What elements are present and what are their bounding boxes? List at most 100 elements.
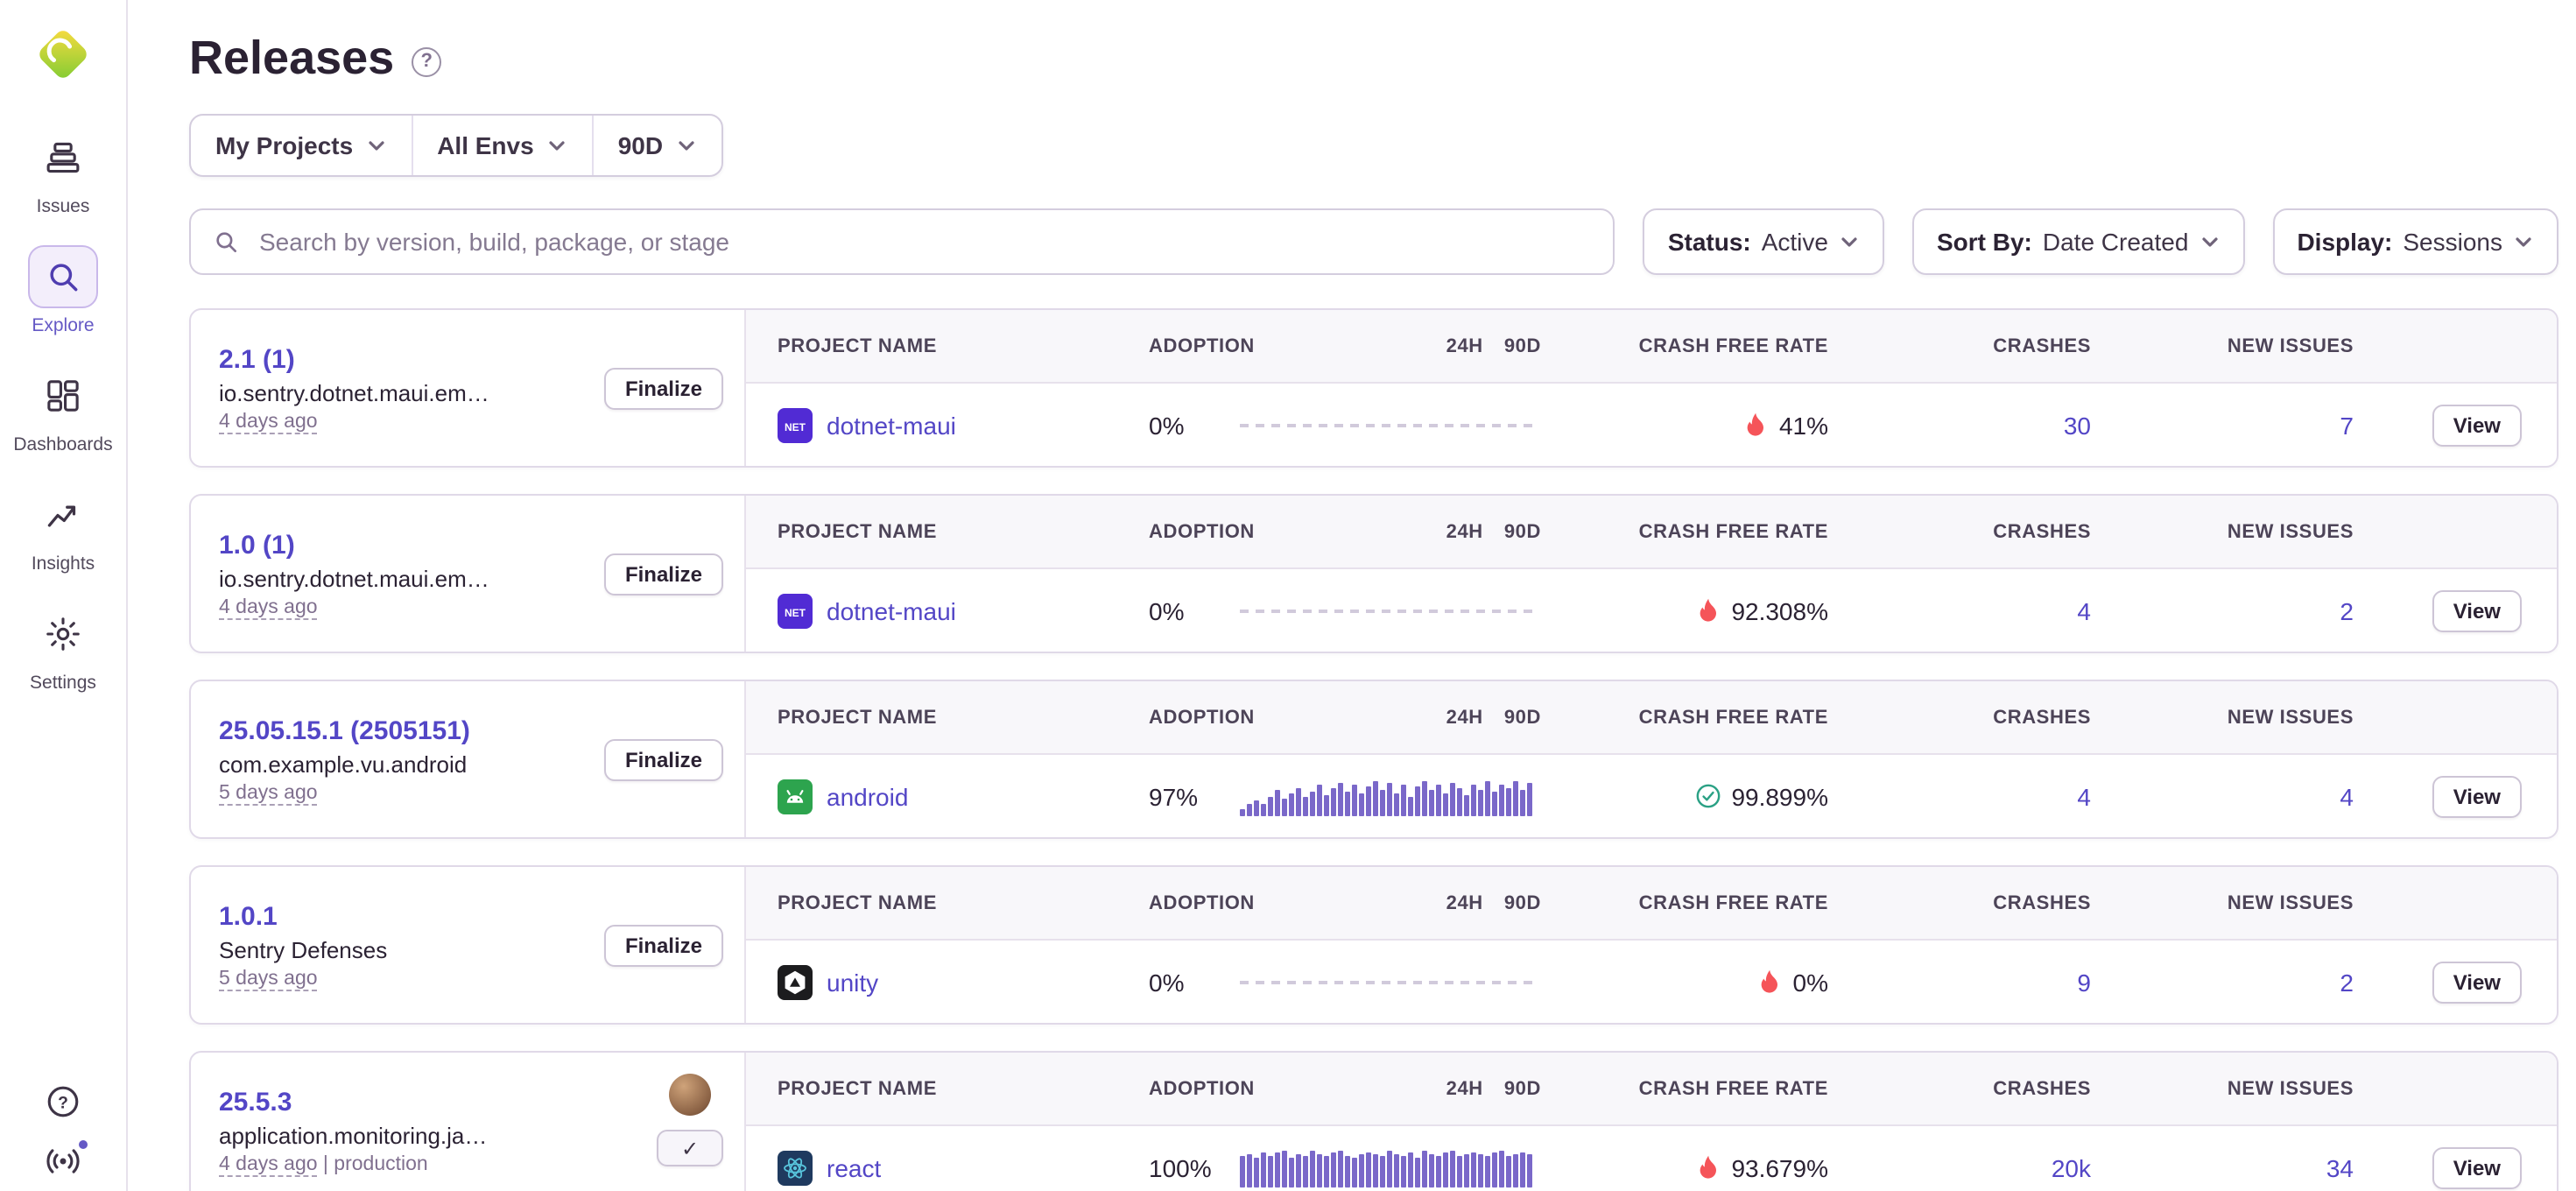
project-link[interactable]: unity bbox=[827, 968, 878, 996]
status-filter-dropdown[interactable]: Status: Active bbox=[1643, 208, 1884, 275]
release-package: application.monitoring.ja… bbox=[219, 1123, 487, 1149]
release-age[interactable]: 5 days ago bbox=[219, 969, 318, 991]
sidebar-item-insights[interactable]: Insights bbox=[0, 483, 126, 574]
dotnet-project-icon: NET bbox=[778, 407, 813, 442]
release-list: 2.1 (1) io.sentry.dotnet.maui.em… 4 days… bbox=[189, 308, 2558, 1191]
view-button[interactable]: View bbox=[2432, 589, 2522, 631]
adoption-value: 0% bbox=[1149, 411, 1240, 439]
range-24h-toggle[interactable]: 24H bbox=[1446, 335, 1483, 356]
crashes-link[interactable]: 20k bbox=[2052, 1153, 2091, 1181]
crashes-cell: 4 bbox=[1828, 782, 2091, 810]
release-version-link[interactable]: 1.0.1 bbox=[219, 902, 387, 932]
release-created: 4 days ago bbox=[219, 412, 489, 433]
range-90d-toggle[interactable]: 90D bbox=[1504, 892, 1541, 913]
new-issues-link[interactable]: 2 bbox=[2340, 596, 2354, 624]
crashes-link[interactable]: 4 bbox=[2077, 782, 2091, 810]
col-adoption: ADOPTION bbox=[1149, 1078, 1240, 1099]
range-24h-toggle[interactable]: 24H bbox=[1446, 892, 1483, 913]
release-meta-main: 25.05.15.1 (2505151) com.example.vu.andr… bbox=[219, 699, 470, 821]
sort-by-dropdown[interactable]: Sort By: Date Created bbox=[1912, 208, 2244, 275]
new-issues-link[interactable]: 7 bbox=[2340, 411, 2354, 439]
sidebar-item-dashboards[interactable]: Dashboards bbox=[0, 364, 126, 455]
col-project-name: PROJECT NAME bbox=[778, 1078, 1149, 1099]
android-project-icon bbox=[778, 779, 813, 814]
chevron-down-icon bbox=[546, 135, 567, 156]
display-dropdown[interactable]: Display: Sessions bbox=[2272, 208, 2558, 275]
broadcast-icon[interactable] bbox=[44, 1142, 82, 1180]
range-24h-toggle[interactable]: 24H bbox=[1446, 707, 1483, 728]
release-version-link[interactable]: 25.05.15.1 (2505151) bbox=[219, 716, 470, 746]
check-circle-icon bbox=[1694, 783, 1721, 809]
view-button[interactable]: View bbox=[2432, 1146, 2522, 1188]
date-range-dropdown[interactable]: 90D bbox=[594, 116, 721, 175]
release-version-link[interactable]: 1.0 (1) bbox=[219, 531, 489, 560]
finalize-button[interactable]: Finalize bbox=[604, 553, 723, 596]
release-environment: | production bbox=[318, 1154, 428, 1175]
view-button[interactable]: View bbox=[2432, 775, 2522, 817]
crashes-link[interactable]: 9 bbox=[2077, 968, 2091, 996]
release-created: 5 days ago bbox=[219, 969, 387, 990]
sentry-logo-icon[interactable] bbox=[30, 21, 96, 88]
release-created: 5 days ago bbox=[219, 783, 470, 804]
finalize-button[interactable]: Finalize bbox=[604, 925, 723, 967]
project-filter-dropdown[interactable]: My Projects bbox=[191, 116, 412, 175]
release-age[interactable]: 4 days ago bbox=[219, 1154, 318, 1177]
range-90d-toggle[interactable]: 90D bbox=[1504, 521, 1541, 542]
adoption-bars bbox=[1240, 1148, 1532, 1187]
range-90d-toggle[interactable]: 90D bbox=[1504, 335, 1541, 356]
sidebar-item-settings[interactable]: Settings bbox=[0, 603, 126, 694]
range-24h-toggle[interactable]: 24H bbox=[1446, 521, 1483, 542]
release-age[interactable]: 4 days ago bbox=[219, 597, 318, 620]
sidebar-item-explore[interactable]: Explore bbox=[0, 245, 126, 336]
chevron-down-icon bbox=[365, 135, 386, 156]
crashes-cell: 30 bbox=[1828, 411, 2091, 439]
page-title: Releases bbox=[189, 32, 394, 86]
new-issues-link[interactable]: 2 bbox=[2340, 968, 2354, 996]
crash-free-rate-value: 0% bbox=[1793, 968, 1828, 996]
release-table-header: PROJECT NAME ADOPTION 24H 90D CRASH FREE… bbox=[746, 496, 2557, 569]
sidebar-item-issues[interactable]: Issues bbox=[0, 126, 126, 217]
release-meta-main: 1.0 (1) io.sentry.dotnet.maui.em… 4 days… bbox=[219, 513, 489, 636]
search-icon bbox=[28, 245, 98, 308]
crash-free-rate-cell: 93.679% bbox=[1541, 1153, 1828, 1181]
release-meta: 25.5.3 application.monitoring.ja… 4 days… bbox=[191, 1053, 746, 1191]
environment-filter-dropdown[interactable]: All Envs bbox=[412, 116, 594, 175]
adoption-value: 97% bbox=[1149, 782, 1240, 810]
adoption-sparkline-chart bbox=[1240, 755, 1541, 837]
project-link[interactable]: react bbox=[827, 1153, 881, 1181]
crashes-link[interactable]: 4 bbox=[2077, 596, 2091, 624]
project-link[interactable]: dotnet-maui bbox=[827, 596, 956, 624]
crash-free-rate-value: 99.899% bbox=[1731, 782, 1828, 810]
release-age[interactable]: 5 days ago bbox=[219, 783, 318, 806]
range-90d-toggle[interactable]: 90D bbox=[1504, 707, 1541, 728]
finalize-button[interactable]: Finalize bbox=[604, 739, 723, 781]
chevron-down-icon bbox=[2513, 231, 2534, 252]
release-version-link[interactable]: 2.1 (1) bbox=[219, 345, 489, 375]
avatar[interactable] bbox=[669, 1074, 711, 1116]
adoption-value: 100% bbox=[1149, 1153, 1240, 1181]
col-chart-ranges: 24H 90D bbox=[1240, 892, 1541, 913]
new-issues-link[interactable]: 4 bbox=[2340, 782, 2354, 810]
adoption-bars bbox=[1240, 777, 1532, 815]
view-button[interactable]: View bbox=[2432, 404, 2522, 446]
release-check-button[interactable]: ✓ bbox=[657, 1130, 723, 1166]
search-input[interactable] bbox=[256, 226, 1593, 257]
finalize-button[interactable]: Finalize bbox=[604, 368, 723, 410]
release-version-link[interactable]: 25.5.3 bbox=[219, 1088, 487, 1117]
range-90d-toggle[interactable]: 90D bbox=[1504, 1078, 1541, 1099]
status-filter-label: Status: bbox=[1668, 228, 1751, 256]
search-box[interactable] bbox=[189, 208, 1615, 275]
col-adoption: ADOPTION bbox=[1149, 335, 1240, 356]
range-24h-toggle[interactable]: 24H bbox=[1446, 1078, 1483, 1099]
new-issues-link[interactable]: 34 bbox=[2326, 1153, 2354, 1181]
crashes-link[interactable]: 30 bbox=[2064, 411, 2091, 439]
help-icon[interactable]: ? bbox=[44, 1082, 82, 1121]
view-button[interactable]: View bbox=[2432, 961, 2522, 1003]
main-content: Releases ? My Projects All Envs 90D bbox=[128, 0, 2576, 1191]
svg-text:?: ? bbox=[58, 1094, 68, 1112]
release-age[interactable]: 4 days ago bbox=[219, 412, 318, 434]
help-icon[interactable]: ? bbox=[412, 46, 441, 76]
project-link[interactable]: dotnet-maui bbox=[827, 411, 956, 439]
crashes-cell: 4 bbox=[1828, 596, 2091, 624]
project-link[interactable]: android bbox=[827, 782, 908, 810]
